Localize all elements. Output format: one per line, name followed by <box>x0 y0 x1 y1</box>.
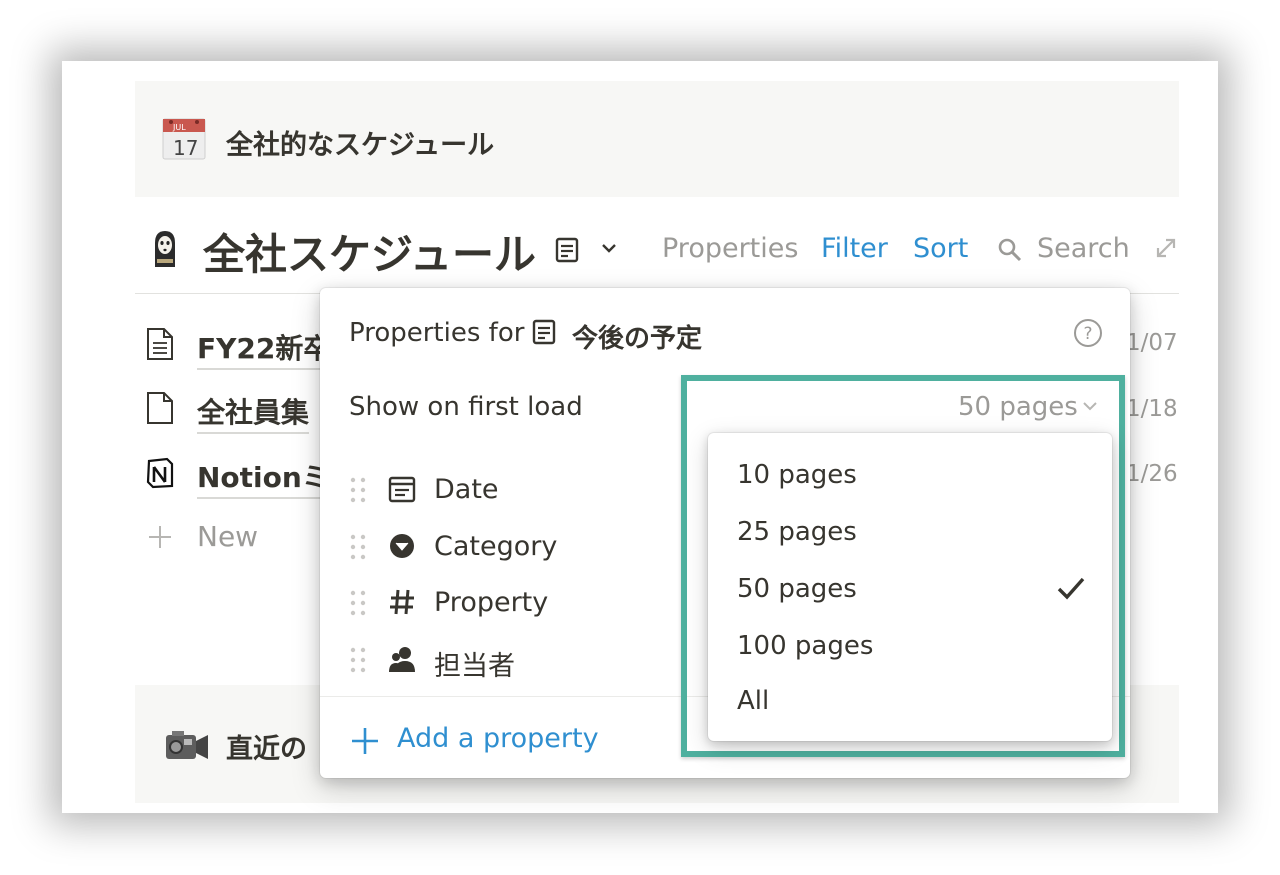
help-icon[interactable]: ? <box>1073 318 1103 348</box>
drag-handle-icon[interactable] <box>349 589 367 617</box>
page-lines-icon <box>147 328 173 360</box>
add-property-button[interactable]: Add a property <box>397 723 599 754</box>
checkmark-icon <box>1057 577 1085 600</box>
row-title[interactable]: Notionミ <box>197 456 330 499</box>
show-on-first-load-label: Show on first load <box>349 392 583 422</box>
row-date: 1/07 <box>1126 330 1178 356</box>
plus-icon[interactable] <box>350 726 380 756</box>
property-item-property[interactable]: Property <box>349 579 679 623</box>
svg-text:JUL: JUL <box>172 123 186 132</box>
expand-icon[interactable] <box>1155 237 1177 259</box>
property-label: Date <box>434 474 499 505</box>
search-button[interactable]: Search <box>1037 233 1130 264</box>
callout-title: 直近の <box>226 734 307 765</box>
new-row-button[interactable]: New <box>135 512 335 562</box>
property-label: 担当者 <box>434 651 515 682</box>
list-view-icon <box>532 319 556 345</box>
new-row-label[interactable]: New <box>197 520 258 554</box>
select-icon <box>390 534 414 558</box>
drag-handle-icon[interactable] <box>349 646 367 674</box>
row-date: 1/18 <box>1126 396 1178 422</box>
option-25-pages[interactable]: 25 pages <box>737 517 857 547</box>
database-title[interactable]: 全社スケジュール <box>203 221 536 282</box>
option-50-pages[interactable]: 50 pages <box>737 574 857 604</box>
chevron-down-icon[interactable] <box>601 241 617 255</box>
list-item[interactable]: 全社員集 <box>135 383 335 434</box>
drag-handle-icon[interactable] <box>349 533 367 561</box>
sort-button[interactable]: Sort <box>913 233 968 264</box>
list-view-icon[interactable] <box>555 237 579 263</box>
notion-logo-icon <box>146 457 174 489</box>
property-item-date[interactable]: Date <box>349 466 679 510</box>
list-item[interactable]: Notionミ <box>135 448 335 499</box>
property-item-assignee[interactable]: 担当者 <box>349 636 679 682</box>
ghost-emoji-icon <box>155 231 175 267</box>
database-header: 全社スケジュール Properties Filter Sort Search <box>135 211 1179 294</box>
drag-handle-icon[interactable] <box>349 476 367 504</box>
option-100-pages[interactable]: 100 pages <box>737 631 873 661</box>
calendar-icon <box>388 476 416 503</box>
properties-button[interactable]: Properties <box>662 233 798 264</box>
video-camera-emoji-icon <box>166 731 208 759</box>
schedule-callout: JUL 17 全社的なスケジュール <box>135 81 1179 197</box>
svg-text:17: 17 <box>173 136 198 160</box>
row-title[interactable]: FY22新卒 <box>197 327 332 370</box>
row-title[interactable]: 全社員集 <box>197 391 310 434</box>
callout-title: 全社的なスケジュール <box>226 130 495 161</box>
popup-view-name: 今後の予定 <box>572 324 703 354</box>
search-icon[interactable] <box>997 237 1023 263</box>
plus-icon <box>149 526 171 548</box>
page-blank-icon <box>147 392 173 424</box>
number-icon <box>390 589 414 615</box>
property-label: Category <box>434 531 558 562</box>
person-icon <box>389 647 415 672</box>
calendar-emoji-icon: JUL 17 <box>162 118 206 160</box>
page-count-dropdown: 10 pages 25 pages 50 pages 100 pages All <box>708 433 1112 741</box>
popup-title: Properties for <box>349 318 525 348</box>
svg-text:?: ? <box>1083 324 1092 344</box>
option-10-pages[interactable]: 10 pages <box>737 460 857 490</box>
row-date: 1/26 <box>1126 461 1178 487</box>
property-label: Property <box>434 587 549 618</box>
list-item[interactable]: FY22新卒 <box>135 319 335 370</box>
property-item-category[interactable]: Category <box>349 523 679 567</box>
filter-button[interactable]: Filter <box>821 233 888 264</box>
option-all[interactable]: All <box>737 686 769 716</box>
